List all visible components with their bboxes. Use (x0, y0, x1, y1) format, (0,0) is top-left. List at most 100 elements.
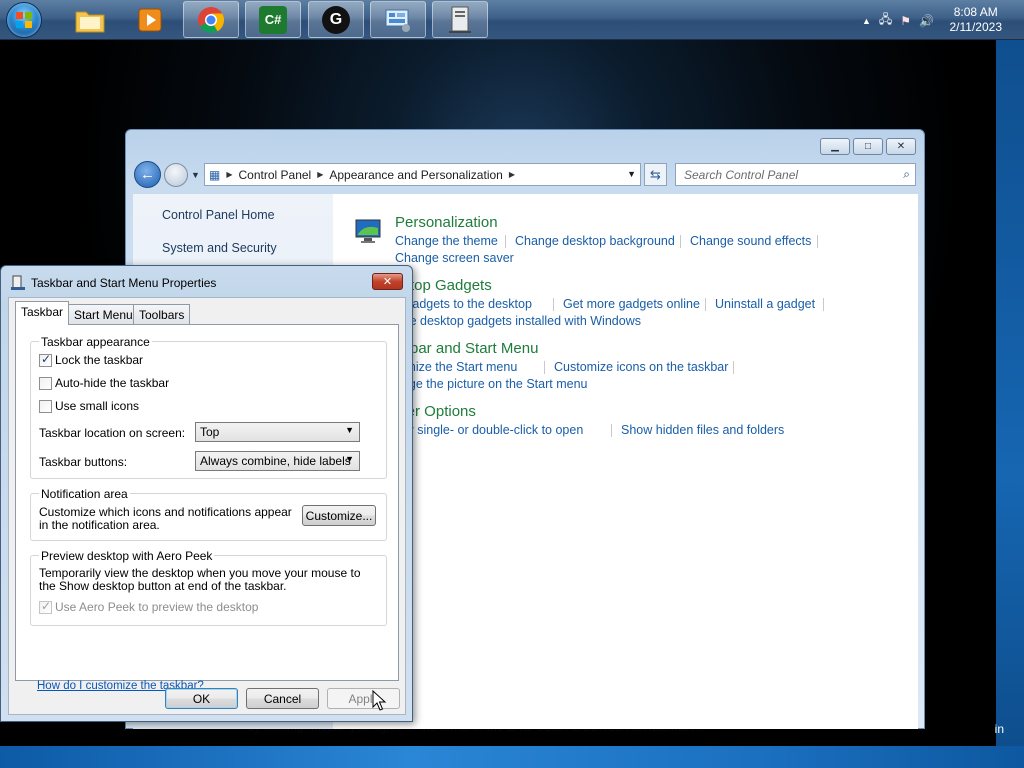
sidebar-item-home[interactable]: Control Panel Home (162, 208, 275, 222)
breadcrumb-appearance[interactable]: Appearance and Personalization (329, 168, 502, 182)
breadcrumb-control-panel[interactable]: Control Panel (239, 168, 312, 182)
cancel-button[interactable]: Cancel (246, 688, 319, 709)
category-title-taskbar-start-menu[interactable]: skbar and Start Menu (395, 340, 538, 357)
address-dropdown-icon[interactable]: ▼ (627, 169, 636, 179)
lock-taskbar-checkbox[interactable] (39, 352, 52, 367)
clock[interactable]: 8:08 AM 2/11/2023 (950, 5, 1003, 35)
network-icon[interactable]: 🖧 (879, 10, 892, 31)
link-show-hidden-files[interactable]: Show hidden files and folders (621, 423, 784, 437)
link-change-start-menu-picture[interactable]: ange the picture on the Start menu (395, 377, 588, 391)
server-icon (449, 6, 471, 33)
taskbar-chrome[interactable] (183, 1, 239, 38)
aero-peek-label: Use Aero Peek to preview the desktop (55, 600, 259, 614)
lock-taskbar-label: Lock the taskbar (55, 353, 144, 367)
forward-button[interactable] (164, 163, 188, 187)
group-label-taskbar-appearance: Taskbar appearance (39, 335, 152, 349)
action-center-icon[interactable]: ⚑ (900, 14, 911, 28)
personalization-icon (355, 219, 381, 243)
link-change-theme[interactable]: Change the theme (395, 234, 498, 248)
small-icons-option[interactable]: Use small icons (39, 399, 139, 413)
aero-peek-group: Preview desktop with Aero Peek Temporari… (30, 549, 387, 626)
link-separator (817, 235, 818, 248)
maximize-button[interactable]: □ (853, 138, 883, 155)
link-customize-taskbar-icons[interactable]: Customize icons on the taskbar (554, 360, 728, 374)
taskbar-server-app[interactable] (432, 1, 488, 38)
ok-button[interactable]: OK (165, 688, 238, 709)
breadcrumb-separator-icon: ▶ (317, 170, 324, 179)
link-change-screen-saver[interactable]: Change screen saver (395, 251, 514, 265)
refresh-button[interactable]: ⇆ (644, 163, 667, 186)
aero-peek-description: Temporarily view the desktop when you mo… (39, 566, 361, 593)
folder-icon (75, 11, 105, 32)
media-player-icon (138, 8, 162, 31)
small-icons-checkbox[interactable] (39, 399, 52, 413)
breadcrumb-separator-icon: ▶ (508, 170, 515, 179)
link-separator (611, 424, 612, 437)
chrome-icon (198, 6, 225, 33)
taskbar-csharp-app[interactable]: C# (245, 1, 301, 38)
taskbar-control-panel[interactable] (370, 1, 426, 38)
autohide-taskbar-checkbox[interactable] (39, 376, 52, 390)
tab-start-menu[interactable]: Start Menu (68, 304, 139, 324)
customize-button[interactable]: Customize... (302, 505, 376, 526)
control-panel-content: Personalization Change the theme Change … (333, 194, 918, 729)
taskbar-g-app[interactable]: G (308, 1, 364, 38)
link-separator (823, 298, 824, 311)
aero-peek-checkbox (39, 599, 52, 614)
link-customize-start-menu[interactable]: tomize the Start menu (395, 360, 517, 374)
back-arrow-icon: ← (140, 166, 155, 183)
window-controls: ▁ □ ✕ (820, 138, 916, 155)
taskbar-properties-dialog: Taskbar and Start Menu Properties ✕ Task… (0, 265, 413, 722)
taskbar-appearance-group: Taskbar appearance Lock the taskbar Auto… (30, 335, 387, 479)
show-hidden-icons-icon[interactable]: ▲ (862, 16, 871, 26)
back-button[interactable]: ← (134, 161, 161, 188)
tab-taskbar[interactable]: Taskbar (15, 301, 70, 325)
taskbar-windows-explorer[interactable] (62, 1, 118, 38)
taskbar-location-select[interactable]: Top ▼ (195, 422, 360, 442)
link-add-gadgets[interactable]: d gadgets to the desktop (395, 297, 532, 311)
link-get-more-gadgets[interactable]: Get more gadgets online (563, 297, 700, 311)
address-bar[interactable]: ▦ ▶ Control Panel ▶ Appearance and Perso… (204, 163, 641, 186)
csharp-icon: C# (259, 5, 287, 34)
mouse-pointer-icon (372, 690, 387, 711)
link-uninstall-gadget[interactable]: Uninstall a gadget (715, 297, 815, 311)
refresh-icon: ⇆ (650, 166, 661, 182)
taskbar-location-label: Taskbar location on screen: (39, 426, 186, 440)
chevron-down-icon: ▼ (345, 454, 354, 464)
tab-toolbars[interactable]: Toolbars (133, 304, 191, 324)
category-title-personalization[interactable]: Personalization (395, 214, 498, 231)
recent-pages-dropdown[interactable]: ▼ (191, 170, 200, 180)
dialog-body: Taskbar Start Menu Toolbars Taskbar appe… (8, 297, 406, 715)
chevron-down-icon: ▼ (345, 425, 354, 435)
dialog-close-button[interactable]: ✕ (372, 273, 403, 290)
autohide-taskbar-label: Auto-hide the taskbar (55, 376, 170, 390)
desktop-bottom-band (0, 746, 1024, 768)
link-single-double-click[interactable]: cify single- or double-click to open (395, 423, 583, 437)
start-button[interactable] (6, 2, 42, 38)
group-label-notification-area: Notification area (39, 487, 130, 501)
taskbar: C# G ▲ 🖧 ⚑ 🔊 8:08 AM 2/11/2023 (0, 0, 1024, 40)
taskbar-buttons-select[interactable]: Always combine, hide labels ▼ (195, 451, 360, 471)
clock-time: 8:08 AM (953, 5, 998, 19)
background-edge-text: in (994, 722, 1004, 736)
taskbar-buttons-label: Taskbar buttons: (39, 455, 128, 469)
link-restore-gadgets[interactable]: tore desktop gadgets installed with Wind… (395, 314, 641, 328)
close-button[interactable]: ✕ (886, 138, 916, 155)
group-label-aero-peek: Preview desktop with Aero Peek (39, 549, 215, 563)
search-input[interactable]: Search Control Panel ⌕ (675, 163, 916, 186)
link-change-desktop-background[interactable]: Change desktop background (515, 234, 675, 248)
sidebar-item-system-security[interactable]: System and Security (162, 241, 277, 255)
close-icon: ✕ (382, 276, 393, 288)
volume-icon[interactable]: 🔊 (919, 14, 934, 28)
small-icons-label: Use small icons (55, 399, 140, 413)
link-change-sound-effects[interactable]: Change sound effects (690, 234, 811, 248)
link-separator (680, 235, 681, 248)
clock-date: 2/11/2023 (949, 20, 1003, 34)
apply-button[interactable]: Apply (327, 688, 400, 709)
minimize-button[interactable]: ▁ (820, 138, 850, 155)
notification-area-description: Customize which icons and notifications … (39, 505, 292, 532)
autohide-taskbar-option[interactable]: Auto-hide the taskbar (39, 376, 169, 390)
taskbar-media-player[interactable] (122, 1, 178, 38)
search-icon[interactable]: ⌕ (903, 167, 910, 182)
lock-taskbar-option[interactable]: Lock the taskbar (39, 352, 144, 367)
